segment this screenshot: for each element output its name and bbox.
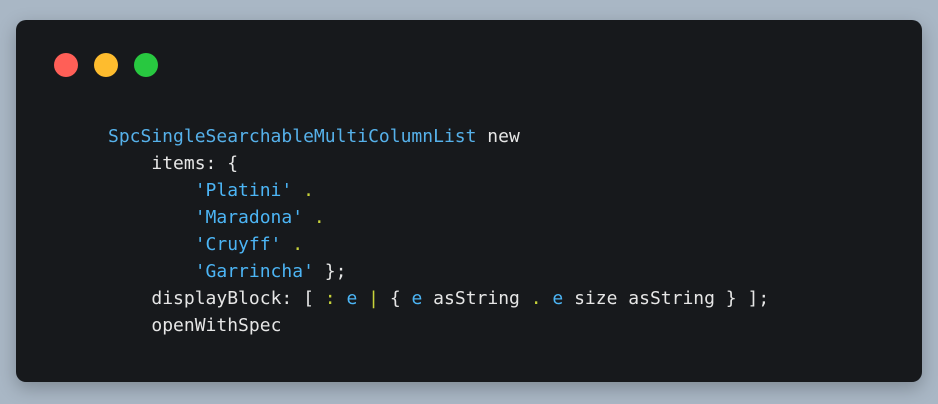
keyword-displayblock: displayBlock: xyxy=(151,288,293,309)
bracket-open: [ xyxy=(292,288,325,309)
block-arg-e: e xyxy=(346,288,358,309)
dot-operator: . xyxy=(530,288,542,309)
message-openwithspec: openWithSpec xyxy=(151,315,282,336)
code-line-8: openWithSpec xyxy=(108,312,769,339)
dot-operator: . xyxy=(292,180,314,201)
var-e: e xyxy=(411,288,423,309)
class-name: SpcSingleSearchableMultiColumnList xyxy=(108,126,477,147)
code-line-1: SpcSingleSearchableMultiColumnList new xyxy=(108,123,769,150)
code-line-3: 'Platini' . xyxy=(108,177,769,204)
message-asstring: asString xyxy=(422,288,531,309)
brace-open: { xyxy=(216,153,239,174)
code-line-5: 'Cruyff' . xyxy=(108,231,769,258)
close-dot-icon[interactable] xyxy=(54,53,78,77)
code-line-2: items: { xyxy=(108,150,769,177)
code-window: SpcSingleSearchableMultiColumnList new i… xyxy=(16,20,922,382)
string-literal: 'Platini' xyxy=(194,180,293,201)
window-controls xyxy=(54,53,158,77)
string-literal: 'Garrincha' xyxy=(194,261,314,282)
message-size-asstring: size asString } ]; xyxy=(563,288,770,309)
code-line-6: 'Garrincha' }; xyxy=(108,258,769,285)
brace-close: }; xyxy=(313,261,347,282)
block-arg-colon: : xyxy=(324,288,336,309)
code-line-4: 'Maradona' . xyxy=(108,204,769,231)
maximize-dot-icon[interactable] xyxy=(134,53,158,77)
string-literal: 'Maradona' xyxy=(194,207,304,228)
var-e: e xyxy=(552,288,564,309)
dot-operator: . xyxy=(303,207,325,228)
code-block: SpcSingleSearchableMultiColumnList new i… xyxy=(108,123,769,339)
minimize-dot-icon[interactable] xyxy=(94,53,118,77)
code-line-7: displayBlock: [ : e | { e asString . e s… xyxy=(108,285,769,312)
dot-operator: . xyxy=(281,234,304,255)
block-pipe: | xyxy=(368,288,379,309)
message-new: new xyxy=(476,126,520,147)
brace-open: { xyxy=(378,288,412,309)
keyword-items: items: xyxy=(151,153,217,174)
string-literal: 'Cruyff' xyxy=(194,234,282,255)
